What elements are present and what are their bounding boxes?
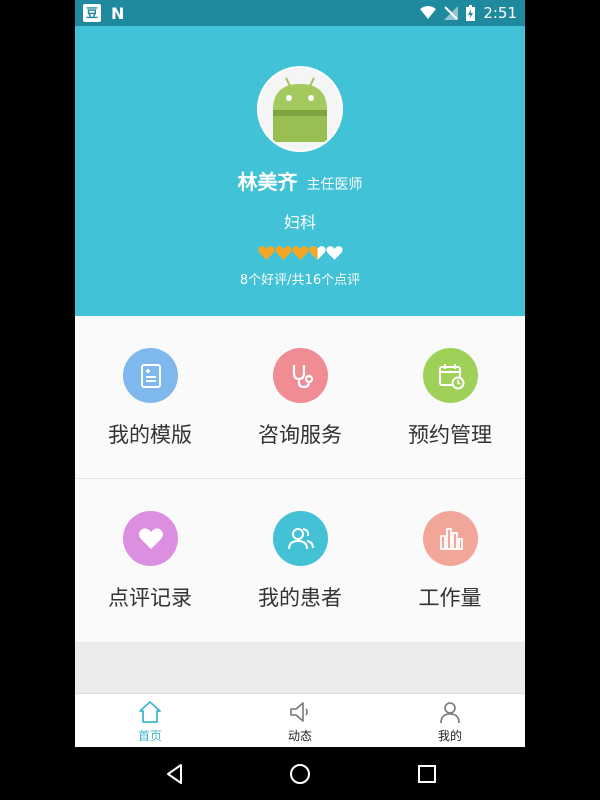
user-icon — [440, 702, 460, 724]
menu-label: 我的患者 — [258, 586, 342, 610]
half-heart-star-icon — [308, 245, 326, 260]
heart-star-icon — [257, 245, 275, 260]
feature-grid: 我的模版 咨询服务 预约管理 点评记录 我的患者 工作量 — [75, 316, 525, 643]
app-screen: 豆 N 2:51 林美齐 主任医师 妇科 8个好评/共16个点评 我的模版 咨询… — [75, 0, 525, 747]
menu-label: 预约管理 — [408, 423, 492, 447]
home-circle-icon — [290, 764, 310, 784]
doctor-name: 林美齐 — [237, 170, 298, 194]
profile-header: 林美齐 主任医师 妇科 8个好评/共16个点评 — [75, 26, 525, 316]
calendar-icon — [438, 363, 464, 389]
doctor-name-row: 林美齐 主任医师 — [75, 166, 525, 195]
stethoscope-icon — [292, 364, 313, 388]
android-avatar-icon — [259, 68, 341, 150]
tab-activity[interactable]: 动态 — [225, 694, 375, 747]
menu-my-templates[interactable]: 我的模版 — [75, 316, 225, 478]
menu-label: 咨询服务 — [258, 423, 342, 447]
heart-star-icon — [291, 245, 309, 260]
bottom-tab-bar: 首页 动态 我的 — [75, 693, 525, 747]
menu-my-patients[interactable]: 我的患者 — [225, 479, 375, 642]
template-icon — [140, 363, 161, 388]
home-nav-button[interactable] — [287, 761, 313, 787]
menu-appointment-management[interactable]: 预约管理 — [375, 316, 525, 478]
wifi-icon — [420, 6, 437, 19]
battery-icon — [466, 5, 476, 21]
recents-button[interactable] — [414, 761, 440, 787]
signal-off-icon — [444, 6, 459, 20]
grid-row: 点评记录 我的患者 工作量 — [75, 479, 525, 643]
menu-workload[interactable]: 工作量 — [375, 479, 525, 642]
speaker-icon — [290, 702, 308, 722]
back-button[interactable] — [162, 761, 188, 787]
menu-consultation-service[interactable]: 咨询服务 — [225, 316, 375, 478]
heart-star-icon — [274, 245, 292, 260]
doctor-title: 主任医师 — [306, 177, 363, 193]
bar-chart-icon — [439, 527, 463, 550]
menu-label: 我的模版 — [108, 423, 192, 447]
patients-icon — [287, 527, 314, 549]
menu-review-records[interactable]: 点评记录 — [75, 479, 225, 642]
grid-row: 我的模版 咨询服务 预约管理 — [75, 316, 525, 479]
doctor-department: 妇科 — [283, 213, 316, 232]
avatar[interactable] — [257, 66, 343, 152]
empty-area — [75, 643, 525, 693]
back-triangle-icon — [167, 764, 182, 784]
tab-mine[interactable]: 我的 — [375, 694, 525, 747]
heart-icon — [138, 527, 163, 549]
rating-stars — [75, 242, 525, 261]
system-navigation-bar — [0, 747, 600, 800]
tab-home[interactable]: 首页 — [75, 694, 225, 747]
empty-heart-star-icon — [325, 245, 343, 260]
status-bar: 豆 N 2:51 — [75, 0, 525, 26]
status-time: 2:51 — [483, 4, 517, 22]
tab-label: 动态 — [287, 729, 312, 743]
recents-square-icon — [418, 765, 436, 783]
tab-label: 首页 — [137, 729, 162, 743]
menu-label: 工作量 — [418, 586, 482, 610]
n-notification-icon: N — [111, 3, 125, 23]
douban-notification-icon: 豆 — [83, 4, 101, 22]
review-summary: 8个好评/共16个点评 — [239, 273, 361, 288]
home-icon — [139, 701, 161, 723]
tab-label: 我的 — [437, 729, 462, 743]
menu-label: 点评记录 — [108, 586, 192, 610]
